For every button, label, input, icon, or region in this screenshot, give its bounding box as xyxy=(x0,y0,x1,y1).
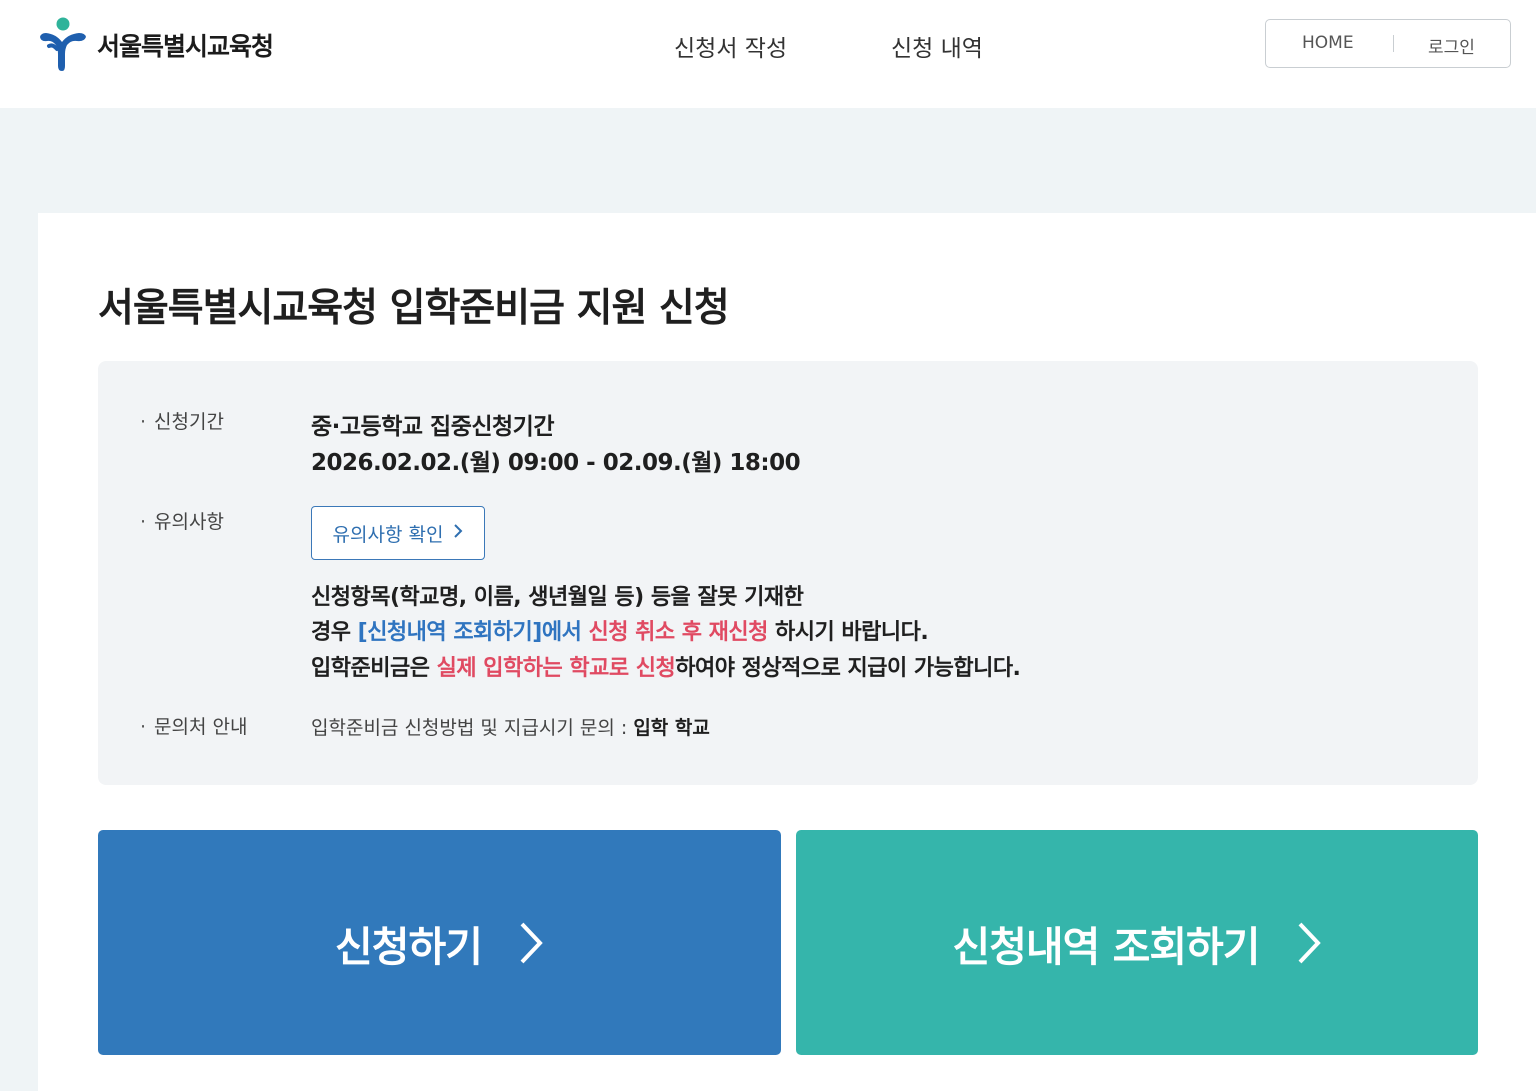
notice-line-3-a: 입학준비금은 xyxy=(311,656,437,681)
notice-line-2-d: 하시기 바랍니다. xyxy=(767,620,929,645)
utility-divider xyxy=(1393,35,1394,52)
notice-line-2-emphasis: 신청 취소 후 재신청 xyxy=(581,620,768,645)
home-link[interactable]: HOME xyxy=(1302,33,1354,53)
period-dates: 2026.02.02.(월) 09:00 - 02.09.(월) 18:00 xyxy=(311,450,801,476)
notice-line-3-emphasis: 실제 입학하는 학교로 신청 xyxy=(436,656,676,681)
utility-menu: HOME 로그인 xyxy=(1265,19,1511,68)
login-link[interactable]: 로그인 xyxy=(1428,33,1475,58)
logo-text: 서울특별시교육청 xyxy=(97,32,274,61)
nav-application-form[interactable]: 신청서 작성 xyxy=(674,29,787,63)
contact-text: 입학준비금 신청방법 및 지급시기 문의 : xyxy=(311,717,634,739)
notice-line-3-c: 하여야 정상적으로 지급이 가능합니다. xyxy=(675,656,1021,681)
nav-application-history[interactable]: 신청 내역 xyxy=(891,29,983,63)
chevron-right-icon xyxy=(1298,922,1321,963)
notice-line-1-text: 신청항목(학교명, 이름, 생년월일 등) 등을 잘못 기재한 xyxy=(311,585,804,610)
notice-line-1: 신청항목(학교명, 이름, 생년월일 등) 등을 잘못 기재한 xyxy=(311,579,804,611)
notice-confirm-label: 유의사항 확인 xyxy=(332,523,444,546)
apply-button[interactable]: 신청하기 xyxy=(98,830,781,1055)
page-title: 서울특별시교육청 입학준비금 지원 신청 xyxy=(98,286,730,331)
site-header: 서울특별시교육청 신청서 작성 신청 내역 HOME 로그인 xyxy=(0,0,1536,108)
contact-school: 입학 학교 xyxy=(633,717,710,739)
seoul-education-logo-icon xyxy=(40,17,86,71)
period-label: 신청기간 xyxy=(140,407,224,434)
query-history-button-label: 신청내역 조회하기 xyxy=(952,922,1260,971)
notice-confirm-button[interactable]: 유의사항 확인 xyxy=(311,506,485,560)
contact-info: 입학준비금 신청방법 및 지급시기 문의 : 입학 학교 xyxy=(311,713,710,740)
notice-line-2: 경우 [신청내역 조회하기]에서 신청 취소 후 재신청 하시기 바랍니다. xyxy=(311,614,929,646)
query-history-button[interactable]: 신청내역 조회하기 xyxy=(796,830,1478,1055)
info-box: 신청기간 중·고등학교 집중신청기간 2026.02.02.(월) 09:00 … xyxy=(98,361,1478,785)
chevron-right-icon xyxy=(453,523,463,544)
contact-label: 문의처 안내 xyxy=(140,712,247,739)
apply-button-label: 신청하기 xyxy=(335,922,483,971)
notice-line-2-link-text: [신청내역 조회하기]에서 xyxy=(357,620,582,645)
notice-line-2-a: 경우 xyxy=(311,620,358,645)
notice-line-3: 입학준비금은 실제 입학하는 학교로 신청하여야 정상적으로 지급이 가능합니다… xyxy=(311,650,1021,682)
site-logo[interactable]: 서울특별시교육청 xyxy=(37,16,274,74)
period-title: 중·고등학교 집중신청기간 xyxy=(311,414,555,440)
main-panel: 서울특별시교육청 입학준비금 지원 신청 신청기간 중·고등학교 집중신청기간 … xyxy=(38,213,1536,1091)
chevron-right-icon xyxy=(520,922,543,963)
notice-label: 유의사항 xyxy=(140,507,224,534)
